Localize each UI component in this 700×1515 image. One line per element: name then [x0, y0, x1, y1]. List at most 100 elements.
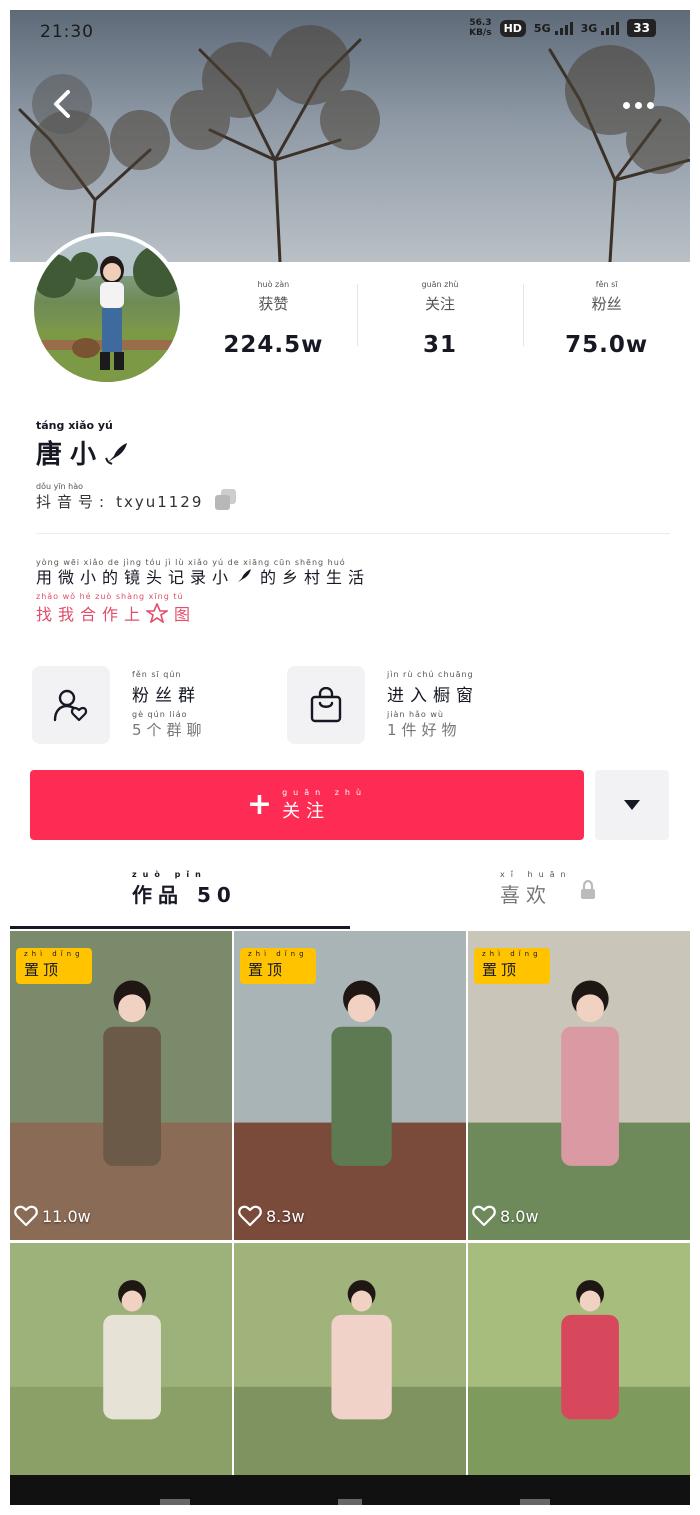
video-thumbnail[interactable] — [234, 1243, 466, 1475]
stat-label-pinyin: huò zàn — [257, 280, 290, 289]
stat-likes[interactable]: huò zàn 获赞 224.5w — [190, 280, 357, 360]
signal-5g-icon: 5G — [533, 21, 573, 35]
video-like-count: 8.3w — [238, 1205, 305, 1227]
fan-group-entry[interactable]: fěn sī qún 粉丝群 gè qún liáo 5个群聊 — [32, 666, 207, 744]
showcase-entry[interactable]: jìn rù chú chuāng 进入橱窗 jiàn hǎo wù 1件好物 — [287, 666, 479, 744]
tab-indicator — [10, 926, 350, 929]
pinned-badge-label: 置顶 — [24, 961, 63, 979]
stat-label-pinyin: fěn sī — [595, 280, 618, 289]
system-nav-bar — [10, 1475, 690, 1505]
tab-likes-pinyin: xǐ huān — [500, 870, 572, 879]
network-speed-unit: KB/s — [469, 28, 492, 38]
follow-button[interactable]: + guān zhù 关注 — [30, 770, 584, 840]
more-actions-dropdown[interactable] — [595, 770, 669, 840]
like-count-text: 8.3w — [266, 1206, 305, 1226]
more-options-button[interactable] — [608, 84, 668, 126]
tab-likes[interactable]: xǐ huān 喜欢 — [500, 870, 596, 908]
feature-title: 进入橱窗 — [387, 686, 479, 706]
network-speed: 56.3 KB/s — [469, 18, 491, 38]
name-pinyin: táng xiǎo yú — [36, 419, 113, 432]
collaboration-link[interactable]: zhǎo wǒ hé zuò shàng xīng tú 找我合作上 图 — [36, 592, 196, 625]
feature-sub: 1件好物 — [387, 721, 462, 739]
shopping-bag-icon — [287, 666, 365, 744]
collab-suffix: 图 — [174, 605, 197, 624]
bio-text: 用微小的镜头记录小 — [36, 568, 235, 587]
fish-icon — [105, 442, 128, 465]
name-text: 唐小 — [36, 440, 105, 470]
pinned-badge-pinyin: zhì dǐng — [248, 950, 308, 958]
video-thumbnail[interactable] — [468, 1243, 690, 1475]
profile-stats: huò zàn 获赞 224.5w guān zhù 关注 31 fěn sī … — [190, 280, 690, 360]
tab-works[interactable]: zuò pǐn 作品 50 — [132, 870, 237, 908]
heart-icon — [472, 1205, 496, 1227]
bio: yòng wēi xiǎo de jìng tóu jì lù xiǎo yú … — [36, 558, 370, 588]
collab-text: 找我合作上 — [36, 605, 147, 624]
like-count-text: 8.0w — [500, 1206, 539, 1226]
stat-value: 31 — [423, 332, 458, 358]
user-heart-icon — [32, 666, 110, 744]
profile-name: táng xiǎo yú 唐小 — [36, 420, 130, 471]
avatar[interactable] — [30, 232, 184, 386]
bio-pinyin: yòng wēi xiǎo de jìng tóu jì lù xiǎo yú … — [36, 558, 346, 567]
signal-5g-label: 5G — [533, 21, 551, 35]
video-thumbnail[interactable]: zhì dǐng 置顶 11.0w — [10, 931, 232, 1240]
back-button[interactable] — [32, 74, 92, 134]
heart-icon — [238, 1205, 262, 1227]
follow-pinyin: guān zhù — [282, 787, 368, 797]
video-thumbnail[interactable] — [10, 1243, 232, 1475]
stat-label: 粉丝 — [591, 295, 622, 313]
video-like-count: 8.0w — [472, 1205, 539, 1227]
signal-3g-label: 3G — [580, 21, 598, 35]
home-icon[interactable] — [338, 1499, 362, 1505]
collab-pinyin: zhǎo wǒ hé zuò shàng xīng tú — [36, 592, 184, 601]
recent-apps-icon[interactable] — [160, 1499, 190, 1505]
stat-value: 224.5w — [223, 332, 324, 358]
status-time: 21:30 — [40, 22, 94, 42]
dot-icon — [622, 101, 630, 109]
like-count-text: 11.0w — [42, 1206, 91, 1226]
heart-icon — [14, 1205, 38, 1227]
star-icon — [144, 601, 170, 624]
feature-sub: 5个群聊 — [132, 721, 207, 739]
status-bar: 21:30 56.3 KB/s HD 5G 3G 33 — [10, 10, 690, 54]
network-speed-value: 56.3 — [469, 18, 492, 28]
back-nav-icon[interactable] — [520, 1499, 550, 1505]
hd-icon: HD — [499, 19, 526, 37]
feature-title-pinyin: fěn sī qún — [132, 670, 182, 679]
follow-label: 关注 — [282, 800, 331, 822]
caret-down-icon — [624, 800, 640, 810]
douyin-id[interactable]: dǒu yīn hào 抖音号: txyu1129 — [36, 482, 237, 512]
stat-followers[interactable]: fěn sī 粉丝 75.0w — [523, 280, 690, 360]
video-preview-image — [234, 1243, 466, 1475]
pinned-badge: zhì dǐng 置顶 — [16, 948, 92, 984]
pinned-badge-label: 置顶 — [248, 961, 287, 979]
stat-label-pinyin: guān zhù — [421, 280, 459, 289]
tab-works-label: 作品 50 — [132, 883, 237, 907]
dot-icon — [646, 101, 654, 109]
pinned-badge-label: 置顶 — [482, 961, 521, 979]
video-thumbnail[interactable]: zhì dǐng 置顶 8.0w — [468, 931, 690, 1240]
battery-icon: 33 — [627, 19, 656, 37]
feature-title: 粉丝群 — [132, 686, 201, 706]
copy-icon[interactable] — [215, 489, 237, 511]
video-like-count: 11.0w — [14, 1205, 91, 1227]
feature-title-pinyin: jìn rù chú chuāng — [387, 670, 474, 679]
pinned-badge-pinyin: zhì dǐng — [482, 950, 542, 958]
signal-3g-icon: 3G — [580, 21, 620, 35]
stat-following[interactable]: guān zhù 关注 31 — [356, 280, 524, 360]
pinned-badge: zhì dǐng 置顶 — [240, 948, 316, 984]
tab-likes-label: 喜欢 — [500, 883, 552, 907]
feature-sub-pinyin: gè qún liáo — [132, 710, 188, 719]
fish-icon — [237, 569, 251, 583]
id-label-pinyin: dǒu yīn hào — [36, 482, 84, 491]
video-grid: zhì dǐng 置顶 11.0w zhì dǐng 置顶 8.3w zhì dǐng 置顶 8… — [10, 931, 690, 1475]
lock-icon — [580, 880, 595, 899]
pinned-badge-pinyin: zhì dǐng — [24, 950, 84, 958]
id-label: 抖音号: — [36, 493, 111, 511]
plus-icon: + — [246, 787, 273, 822]
video-preview-image — [10, 1243, 232, 1475]
video-thumbnail[interactable]: zhì dǐng 置顶 8.3w — [234, 931, 466, 1240]
chevron-left-icon — [54, 90, 70, 118]
dot-icon — [634, 101, 642, 109]
divider — [36, 533, 670, 534]
